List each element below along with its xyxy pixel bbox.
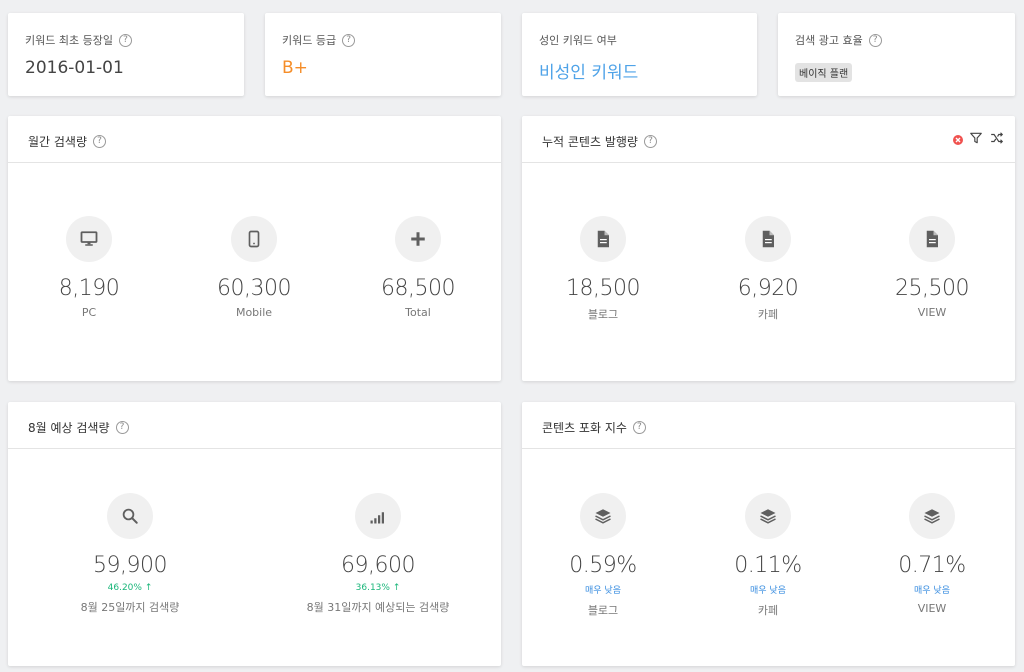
stat-label: 카페: [757, 604, 779, 617]
stat-pc: 8,190 PC: [14, 216, 164, 319]
adult-keyword-label: 성인 키워드 여부: [539, 34, 617, 47]
first-appearance-value: 2016-01-01: [25, 58, 124, 78]
stat-label: 블로그: [587, 308, 619, 321]
card-header: 콘텐츠 포화 지수?: [522, 402, 1015, 449]
adult-keyword-value: 비성인 키워드: [539, 63, 639, 83]
card-title: 콘텐츠 포화 지수?: [542, 419, 646, 436]
first-appearance-label: 키워드 최초 등장일?: [25, 32, 132, 48]
stat-value: 0.59%: [569, 553, 637, 578]
stat-view-saturation: 0.71% 매우 낮음 VIEW: [857, 493, 1007, 615]
stat-value: 6,920: [737, 276, 799, 301]
signal-icon: [355, 493, 401, 539]
stat-level: 매우 낮음: [914, 586, 950, 596]
stat-level: 매우 낮음: [750, 586, 786, 596]
help-icon[interactable]: ?: [115, 421, 129, 434]
help-icon[interactable]: ?: [118, 33, 132, 47]
stat-value: 69,600: [341, 553, 415, 578]
stat-search-forecast: 69,600 36.13% ↑ 8월 31일까지 예상되는 검색량: [288, 493, 468, 615]
saturation-card: 콘텐츠 포화 지수? 0.59% 매우 낮음 블로그 0.11% 매우 낮음 카…: [522, 402, 1015, 666]
card-title: 8월 예상 검색량?: [28, 419, 129, 436]
keyword-grade-value: B+: [282, 58, 308, 78]
stat-blog: 18,500 블로그: [528, 216, 678, 322]
plan-badge: 베이직 플랜: [795, 63, 853, 82]
stat-value: 60,300: [217, 276, 291, 301]
help-icon[interactable]: ?: [868, 33, 882, 47]
layers-icon: [580, 493, 626, 539]
help-icon[interactable]: ?: [93, 135, 107, 148]
card-header: 누적 콘텐츠 발행량?: [522, 116, 1015, 163]
stat-value: 18,500: [566, 276, 640, 301]
stat-search-to-date: 59,900 46.20% ↑ 8월 25일까지 검색량: [55, 493, 205, 615]
first-appearance-card: 키워드 최초 등장일? 2016-01-01: [8, 13, 244, 96]
search-icon: [107, 493, 153, 539]
adult-keyword-card: 성인 키워드 여부 비성인 키워드: [522, 13, 757, 96]
header-tools: [953, 130, 1005, 149]
plus-icon: [395, 216, 441, 262]
keyword-grade-label: 키워드 등급?: [282, 32, 356, 48]
stat-value: 59,900: [93, 553, 167, 578]
document-icon: [745, 216, 791, 262]
stat-value: 0.11%: [734, 553, 802, 578]
stat-label: 8월 25일까지 검색량: [80, 601, 180, 614]
layers-icon: [745, 493, 791, 539]
stat-label: 카페: [757, 308, 779, 321]
stat-change: 46.20% ↑: [107, 583, 153, 593]
ad-efficiency-card: 검색 광고 효율? 베이직 플랜: [778, 13, 1015, 96]
close-circle-icon[interactable]: [953, 130, 963, 149]
document-icon: [909, 216, 955, 262]
stat-label: Mobile: [235, 306, 273, 319]
shuffle-icon[interactable]: [989, 130, 1005, 149]
stat-label: Total: [405, 306, 431, 319]
stat-mobile: 60,300 Mobile: [179, 216, 329, 319]
stat-cafe-saturation: 0.11% 매우 낮음 카페: [693, 493, 843, 618]
stat-label: VIEW: [917, 602, 947, 615]
stat-view: 25,500 VIEW: [857, 216, 1007, 319]
stat-level: 매우 낮음: [585, 586, 621, 596]
stat-total: 68,500 Total: [343, 216, 493, 319]
stat-value: 68,500: [381, 276, 455, 301]
card-header: 월간 검색량?: [8, 116, 501, 163]
arrow-up-icon: ↑: [392, 583, 401, 593]
card-header: 8월 예상 검색량?: [8, 402, 501, 449]
keyword-grade-card: 키워드 등급? B+: [265, 13, 501, 96]
stat-label: 8월 31일까지 예상되는 검색량: [306, 601, 450, 614]
stat-label: 블로그: [587, 604, 619, 617]
stat-blog-saturation: 0.59% 매우 낮음 블로그: [528, 493, 678, 618]
stat-label: VIEW: [917, 306, 947, 319]
help-icon[interactable]: ?: [632, 421, 646, 434]
layers-icon: [909, 493, 955, 539]
stat-cafe: 6,920 카페: [693, 216, 843, 322]
cumulative-content-card: 누적 콘텐츠 발행량? 18,500 블로그 6,920 카페 25,500 V…: [522, 116, 1015, 381]
stat-value: 8,190: [58, 276, 120, 301]
monthly-search-card: 월간 검색량? 8,190 PC 60,300 Mobile 68,500 To…: [8, 116, 501, 381]
help-icon[interactable]: ?: [643, 135, 657, 148]
help-icon[interactable]: ?: [342, 33, 356, 47]
stat-label: PC: [81, 306, 97, 319]
stat-change: 36.13% ↑: [355, 583, 401, 593]
card-title: 누적 콘텐츠 발행량?: [542, 133, 657, 150]
filter-icon[interactable]: [969, 130, 983, 149]
ad-efficiency-label: 검색 광고 효율?: [795, 32, 882, 48]
arrow-up-icon: ↑: [144, 583, 153, 593]
stat-value: 0.71%: [898, 553, 966, 578]
desktop-icon: [66, 216, 112, 262]
forecast-card: 8월 예상 검색량? 59,900 46.20% ↑ 8월 25일까지 검색량 …: [8, 402, 501, 666]
stat-value: 25,500: [895, 276, 969, 301]
mobile-icon: [231, 216, 277, 262]
card-title: 월간 검색량?: [28, 133, 107, 150]
document-icon: [580, 216, 626, 262]
